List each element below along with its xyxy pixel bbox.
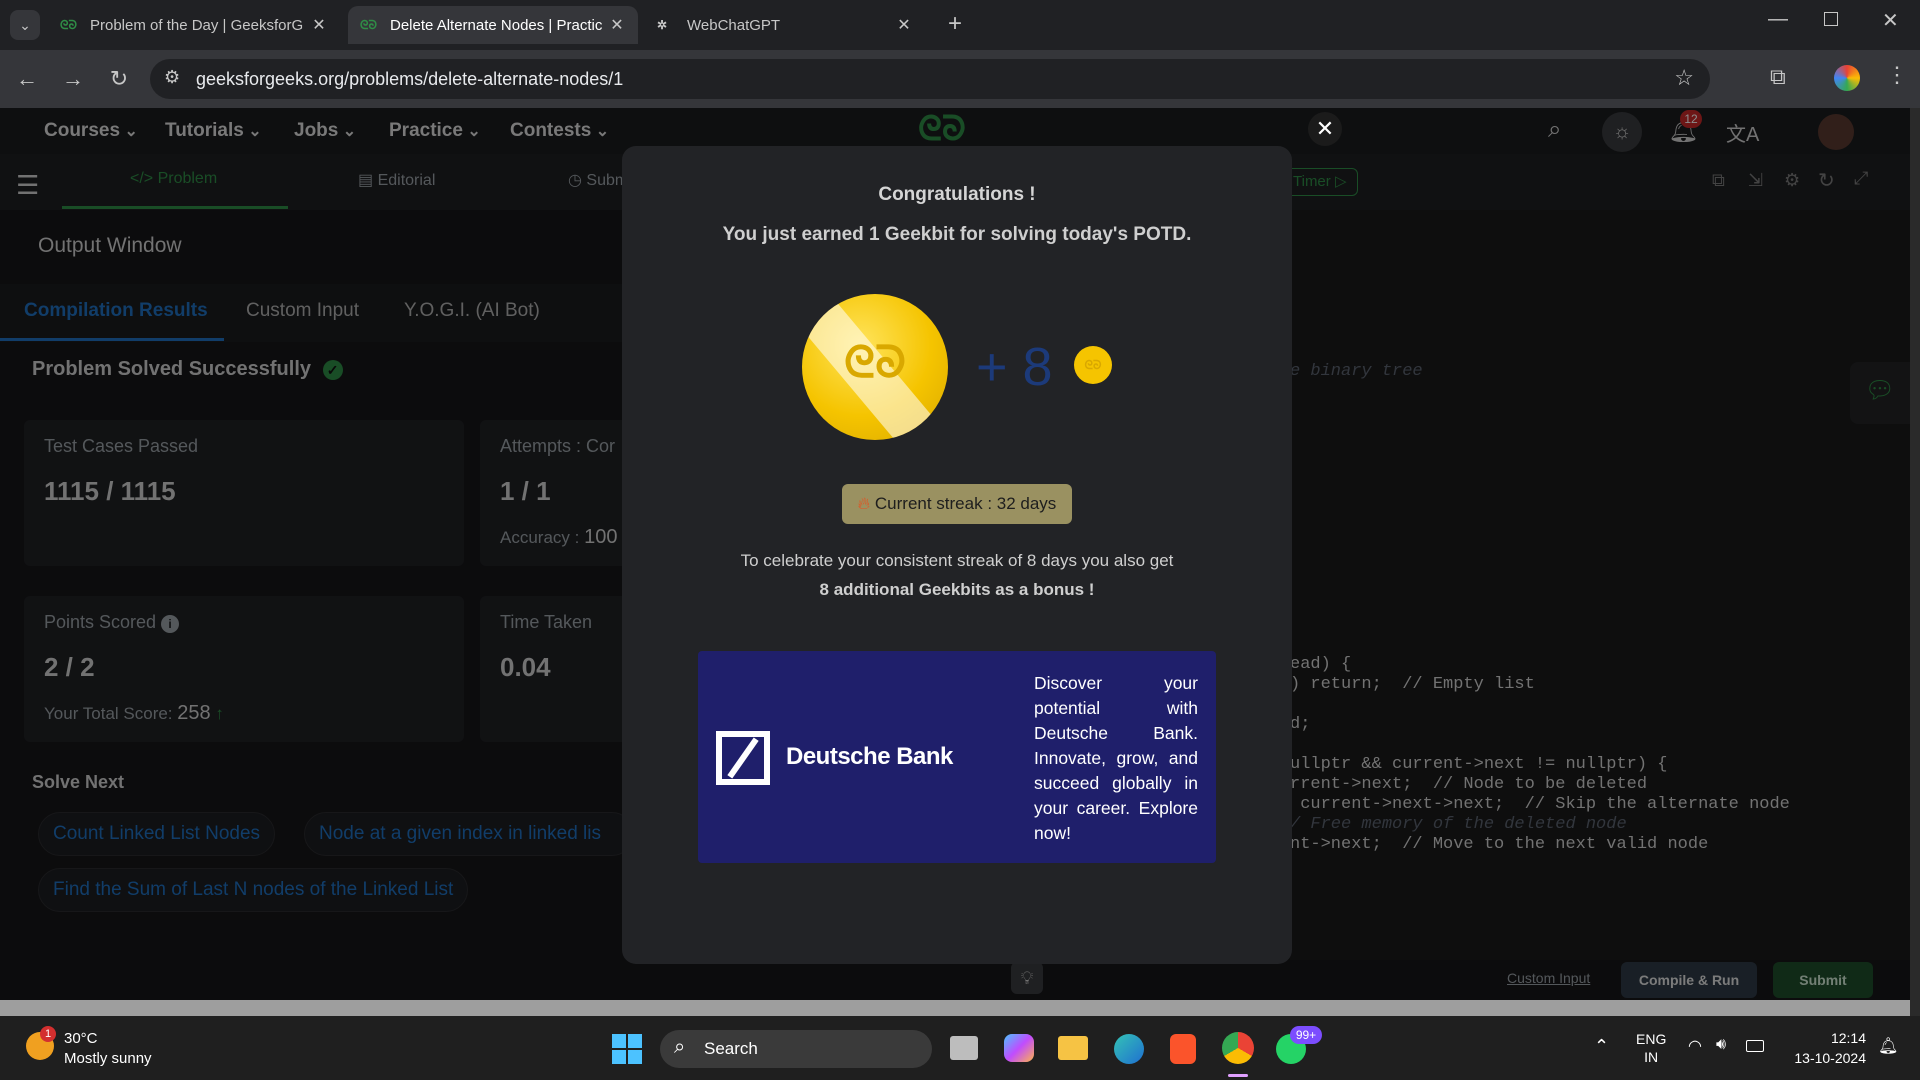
- browser-tab-webchatgpt[interactable]: ✲ WebChatGPT ✕: [645, 6, 925, 44]
- back-icon[interactable]: ←: [12, 64, 42, 94]
- tab-title: WebChatGPT: [687, 16, 781, 34]
- modal-title: Congratulations !: [878, 184, 1036, 205]
- browser-tab-bar: ⌄ ᘓᘐ Problem of the Day | GeeksforG ✕ ᘓᘐ…: [0, 0, 1920, 50]
- ad-text: Discover your potential with Deutsche Ba…: [1034, 673, 1198, 843]
- chrome-active-indicator: [1228, 1074, 1248, 1077]
- bonus-message: To celebrate your consistent streak of 8…: [682, 546, 1232, 604]
- search-icon: ⌕: [674, 1036, 686, 1058]
- close-icon[interactable]: ✕: [310, 15, 328, 35]
- deutsche-bank-ad[interactable]: Deutsche Bank Discover your potential wi…: [698, 651, 1216, 863]
- notification-center-icon[interactable]: 🔔︎: [1878, 1036, 1898, 1056]
- start-pane: [612, 1034, 626, 1048]
- site-info-icon[interactable]: ⚙: [164, 67, 180, 88]
- close-icon[interactable]: ✕: [608, 15, 626, 35]
- windows-start-icon[interactable]: [612, 1034, 642, 1064]
- tab-title: Problem of the Day | GeeksforG: [90, 16, 304, 34]
- gfg-logo-icon: ᘓᘐ: [60, 17, 77, 32]
- taskbar-search-label: Search: [704, 1039, 758, 1058]
- plus-eight-text: + 8: [976, 337, 1053, 397]
- congratulations-modal: Congratulations ! You just earned 1 Geek…: [622, 146, 1292, 964]
- horizontal-scrollbar[interactable]: [0, 1000, 1910, 1016]
- vertical-scrollbar[interactable]: [1910, 108, 1920, 1016]
- start-pane: [628, 1034, 642, 1048]
- region-text: IN: [1644, 1049, 1659, 1065]
- tab-search-button[interactable]: ⌄: [10, 10, 40, 40]
- start-pane: [628, 1050, 642, 1064]
- close-icon[interactable]: ✕: [895, 15, 913, 35]
- geekbit-coin-large: ᘓᘐ: [802, 294, 948, 440]
- forward-icon[interactable]: →: [58, 64, 88, 94]
- gfg-logo-icon: ᘓᘐ: [844, 338, 906, 387]
- extensions-icon[interactable]: ⧉: [1770, 64, 1786, 90]
- window-close-icon[interactable]: ✕: [1882, 8, 1899, 33]
- language-indicator[interactable]: ENG IN: [1636, 1030, 1666, 1066]
- weather-desc[interactable]: Mostly sunny: [64, 1050, 152, 1067]
- browser-menu-icon[interactable]: ⋮: [1886, 62, 1908, 88]
- deutsche-bank-logo-icon: [716, 731, 770, 785]
- profile-avatar[interactable]: [1834, 65, 1860, 91]
- streak-badge: 🔥︎ Current streak : 32 days: [842, 484, 1072, 524]
- taskbar-search[interactable]: ⌕ Search: [660, 1030, 932, 1068]
- start-pane: [612, 1050, 626, 1064]
- chevron-up-icon[interactable]: ⌃: [1594, 1036, 1609, 1057]
- task-view-icon[interactable]: [950, 1036, 978, 1060]
- volume-icon[interactable]: 🔊︎: [1716, 1036, 1726, 1054]
- whatsapp-badge: 99+: [1290, 1026, 1322, 1044]
- modal-close-button[interactable]: ✕: [1308, 112, 1342, 146]
- openai-icon: ✲: [657, 18, 668, 32]
- edge-icon[interactable]: [1114, 1034, 1144, 1064]
- wifi-icon[interactable]: ◠: [1688, 1036, 1702, 1056]
- tab-title: Delete Alternate Nodes | Practic: [390, 16, 603, 34]
- weather-temp[interactable]: 30°C: [64, 1030, 98, 1047]
- restore-icon[interactable]: [1824, 12, 1838, 26]
- chrome-icon[interactable]: [1222, 1032, 1254, 1064]
- modal-subtitle: You just earned 1 Geekbit for solving to…: [722, 224, 1192, 245]
- copilot-icon[interactable]: [1004, 1034, 1034, 1062]
- bonus-line-1: To celebrate your consistent streak of 8…: [740, 551, 1174, 570]
- clock[interactable]: 12:14 13-10-2024: [1786, 1028, 1866, 1068]
- fire-icon: 🔥︎: [857, 494, 871, 513]
- browser-toolbar: ← → ↻ ⚙ geeksforgeeks.org/problems/delet…: [0, 50, 1920, 108]
- brave-icon[interactable]: [1170, 1034, 1196, 1064]
- file-explorer-icon[interactable]: [1058, 1036, 1088, 1060]
- reload-icon[interactable]: ↻: [104, 64, 134, 94]
- clock-date: 13-10-2024: [1794, 1050, 1866, 1066]
- gfg-logo-icon: ᘓᘐ: [360, 17, 377, 32]
- geekbit-coin-small: ᘓᘐ: [1074, 346, 1112, 384]
- clock-time: 12:14: [1830, 1030, 1866, 1046]
- bookmark-star-icon[interactable]: ☆: [1674, 65, 1694, 91]
- bonus-line-2: 8 additional Geekbits as a bonus !: [819, 580, 1095, 599]
- minimize-icon[interactable]: —: [1768, 8, 1788, 31]
- streak-text: Current streak : 32 days: [874, 494, 1057, 513]
- battery-icon[interactable]: [1746, 1040, 1764, 1052]
- lang-text: ENG: [1636, 1031, 1667, 1047]
- windows-taskbar: 1 30°C Mostly sunny ⌕ Search 99+ ⌃ ENG I…: [0, 1016, 1920, 1080]
- ad-brand-name: Deutsche Bank: [786, 743, 953, 770]
- weather-badge: 1: [40, 1026, 56, 1042]
- browser-tab-potd[interactable]: ᘓᘐ Problem of the Day | GeeksforG ✕: [48, 6, 340, 44]
- address-bar[interactable]: ⚙ geeksforgeeks.org/problems/delete-alte…: [150, 59, 1710, 99]
- browser-tab-delete-nodes[interactable]: ᘓᘐ Delete Alternate Nodes | Practic ✕: [348, 6, 638, 44]
- new-tab-icon[interactable]: +: [948, 10, 962, 38]
- url-text: geeksforgeeks.org/problems/delete-altern…: [196, 68, 624, 89]
